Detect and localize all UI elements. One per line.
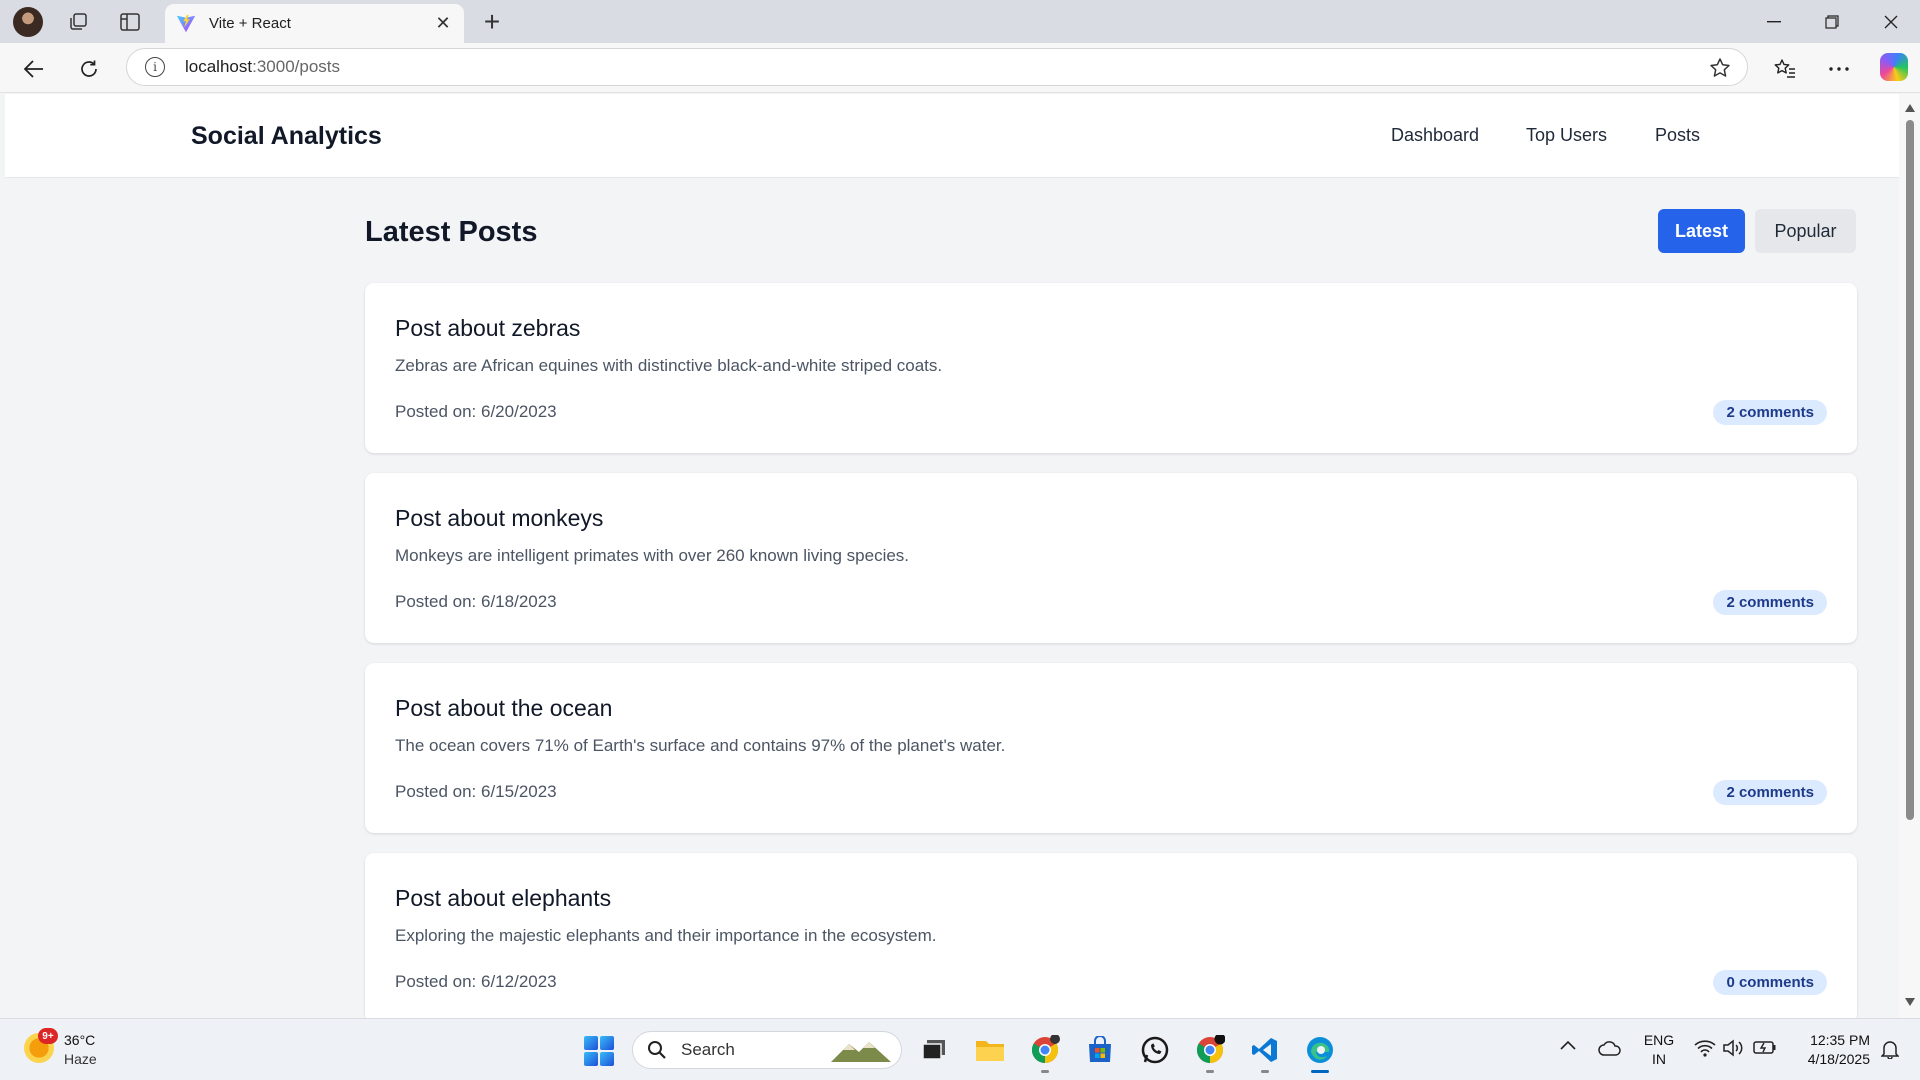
site-brand[interactable]: Social Analytics bbox=[191, 122, 382, 151]
latest-filter-button[interactable]: Latest bbox=[1658, 209, 1745, 253]
search-label: Search bbox=[681, 1040, 735, 1059]
page-title: Latest Posts bbox=[365, 216, 538, 248]
popular-filter-button[interactable]: Popular bbox=[1755, 209, 1856, 253]
active-app-indicator bbox=[1311, 1070, 1329, 1073]
comments-badge: 0 comments bbox=[1713, 970, 1827, 995]
post-date: Posted on: 6/18/2023 bbox=[395, 592, 557, 611]
whatsapp-icon[interactable] bbox=[1139, 1034, 1171, 1066]
workspaces-icon[interactable] bbox=[62, 8, 94, 36]
nav-link-dashboard[interactable]: Dashboard bbox=[1391, 125, 1479, 146]
post-body: Exploring the majestic elephants and the… bbox=[395, 926, 937, 945]
file-explorer-icon[interactable] bbox=[974, 1034, 1006, 1066]
windows-taskbar: 9+ 36°C Haze Search ENG IN 12:35 PM 4/18… bbox=[0, 1018, 1920, 1080]
site-header: Social Analytics Dashboard Top Users Pos… bbox=[5, 94, 1899, 178]
close-window-icon[interactable] bbox=[1862, 0, 1920, 43]
close-tab-icon[interactable]: ✕ bbox=[430, 11, 456, 37]
task-view-icon[interactable] bbox=[918, 1034, 950, 1066]
chrome-profile-icon[interactable] bbox=[1029, 1034, 1061, 1066]
running-indicator bbox=[1261, 1070, 1269, 1073]
post-card[interactable]: Post about the ocean The ocean covers 71… bbox=[365, 663, 1857, 833]
scroll-up-icon[interactable] bbox=[1905, 104, 1915, 112]
url-text: localhost:3000/posts bbox=[185, 57, 341, 76]
scroll-thumb[interactable] bbox=[1906, 120, 1914, 820]
active-tab[interactable]: Vite + React ✕ bbox=[165, 4, 464, 43]
copilot-icon[interactable] bbox=[1880, 53, 1908, 81]
post-card[interactable]: Post about monkeys Monkeys are intellige… bbox=[365, 473, 1857, 643]
comments-badge: 2 comments bbox=[1713, 590, 1827, 615]
post-card[interactable]: Post about zebras Zebras are African equ… bbox=[365, 283, 1857, 453]
weather-badge: 9+ bbox=[38, 1028, 58, 1044]
post-body: Monkeys are intelligent primates with ov… bbox=[395, 546, 910, 565]
nav-link-posts[interactable]: Posts bbox=[1655, 125, 1700, 146]
scroll-down-icon[interactable] bbox=[1905, 998, 1915, 1006]
post-title: Post about the ocean bbox=[395, 695, 613, 721]
browser-tab-bar: Vite + React ✕ + bbox=[0, 0, 1920, 43]
vite-logo-icon bbox=[176, 14, 196, 32]
nav-link-top-users[interactable]: Top Users bbox=[1526, 125, 1607, 146]
back-icon[interactable] bbox=[17, 52, 51, 86]
weather-description[interactable]: Haze bbox=[64, 1051, 97, 1067]
comments-badge: 2 comments bbox=[1713, 400, 1827, 425]
favorite-star-icon[interactable] bbox=[1709, 57, 1731, 79]
weather-temperature[interactable]: 36°C bbox=[64, 1032, 95, 1048]
wifi-icon[interactable] bbox=[1694, 1039, 1716, 1057]
tab-title: Vite + React bbox=[209, 15, 291, 32]
profile-avatar[interactable] bbox=[13, 7, 43, 37]
new-tab-icon[interactable]: + bbox=[476, 6, 508, 38]
comments-badge: 2 comments bbox=[1713, 780, 1827, 805]
language-indicator[interactable]: ENG bbox=[1642, 1032, 1676, 1048]
vscode-icon[interactable] bbox=[1249, 1034, 1281, 1066]
search-highlight-art-icon bbox=[831, 1042, 891, 1062]
post-body: The ocean covers 71% of Earth's surface … bbox=[395, 736, 1006, 755]
browser-toolbar: i localhost:3000/posts bbox=[0, 43, 1920, 93]
site-info-icon[interactable]: i bbox=[145, 57, 165, 77]
post-title: Post about monkeys bbox=[395, 505, 604, 531]
favorites-icon[interactable] bbox=[1768, 52, 1802, 86]
post-title: Post about elephants bbox=[395, 885, 612, 911]
page-scrollbar[interactable] bbox=[1899, 94, 1920, 1018]
page-viewport: Social Analytics Dashboard Top Users Pos… bbox=[5, 94, 1899, 1018]
windows-start-icon[interactable] bbox=[584, 1036, 614, 1066]
taskbar-search[interactable]: Search bbox=[632, 1031, 902, 1069]
running-indicator bbox=[1206, 1070, 1214, 1073]
battery-icon[interactable] bbox=[1753, 1039, 1777, 1055]
post-body: Zebras are African equines with distinct… bbox=[395, 356, 943, 375]
more-options-icon[interactable] bbox=[1822, 52, 1856, 86]
search-icon bbox=[648, 1041, 666, 1059]
notifications-bell-icon[interactable] bbox=[1881, 1039, 1899, 1059]
clock-time[interactable]: 12:35 PM bbox=[1790, 1032, 1870, 1048]
restore-icon[interactable] bbox=[1803, 0, 1861, 43]
onedrive-cloud-icon[interactable] bbox=[1598, 1040, 1622, 1056]
show-hidden-icons-chevron-icon[interactable] bbox=[1560, 1040, 1576, 1050]
region-indicator[interactable]: IN bbox=[1642, 1051, 1676, 1067]
post-date: Posted on: 6/20/2023 bbox=[395, 402, 557, 421]
microsoft-store-icon[interactable] bbox=[1084, 1034, 1116, 1066]
post-card[interactable]: Post about elephants Exploring the majes… bbox=[365, 853, 1857, 1018]
post-title: Post about zebras bbox=[395, 315, 581, 341]
edge-icon[interactable] bbox=[1304, 1034, 1336, 1066]
refresh-icon[interactable] bbox=[72, 52, 106, 86]
running-indicator bbox=[1041, 1070, 1049, 1073]
chrome-icon[interactable] bbox=[1194, 1034, 1226, 1066]
clock-date[interactable]: 4/18/2025 bbox=[1790, 1051, 1870, 1067]
address-bar[interactable]: i localhost:3000/posts bbox=[126, 48, 1748, 86]
minimize-icon[interactable] bbox=[1745, 0, 1803, 43]
volume-icon[interactable] bbox=[1723, 1039, 1745, 1057]
post-date: Posted on: 6/12/2023 bbox=[395, 972, 557, 991]
vertical-tabs-icon[interactable] bbox=[114, 8, 146, 36]
post-date: Posted on: 6/15/2023 bbox=[395, 782, 557, 801]
